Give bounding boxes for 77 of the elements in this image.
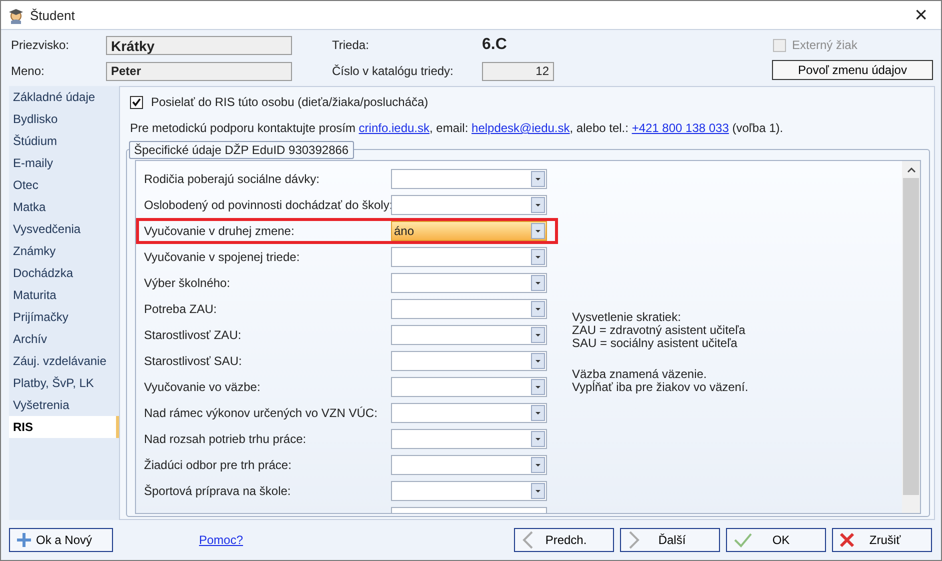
cross-icon: [839, 532, 855, 548]
name-field[interactable]: Peter: [106, 62, 292, 80]
checkbox-label: Posielať do RIS túto osobu (dieťa/žiaka/poslucháča): [151, 95, 428, 109]
link[interactable]: crinfo.iedu.sk: [358, 121, 430, 135]
dialog-button[interactable]: Predch.: [514, 528, 614, 552]
dropdown[interactable]: [391, 247, 547, 267]
field-label: Potreba ZAU:: [144, 302, 218, 316]
sidebar-item[interactable]: Vysvedčenia: [9, 218, 119, 240]
field-label: Nad rozsah potrieb trhu práce:: [144, 432, 308, 446]
chevron-left-icon: [521, 531, 535, 549]
field-label: Trieda:: [332, 38, 370, 52]
scrollbar[interactable]: [902, 161, 920, 513]
sidebar-item[interactable]: RIS: [9, 416, 119, 438]
sidebar-item[interactable]: Prijímačky: [9, 306, 119, 328]
field-label: Výber školného:: [144, 276, 232, 290]
sidebar-item[interactable]: Základné údaje: [9, 86, 119, 108]
dropdown[interactable]: [391, 325, 547, 345]
field-label: Nad rámec výkonov určených vo VZN VÚC:: [144, 406, 378, 420]
close-button[interactable]: ×: [901, 1, 941, 29]
dropdown[interactable]: [391, 169, 547, 189]
link[interactable]: +421 800 138 033: [632, 121, 729, 135]
checkbox-label: Externý žiak: [792, 38, 858, 52]
field-label: Vyučovanie v druhej zmene:: [144, 224, 296, 238]
scroll-up-icon[interactable]: [906, 167, 916, 173]
sidebar-item[interactable]: Známky: [9, 240, 119, 262]
field-label: Vyučovanie v spojenej triede:: [144, 250, 301, 264]
sidebar-item[interactable]: Záuj. vzdelávanie: [9, 350, 119, 372]
sidebar-item[interactable]: Maturita: [9, 284, 119, 306]
surname-field[interactable]: Krátky: [106, 36, 292, 54]
class-value: 6.C: [482, 36, 507, 54]
field-label: Športová príprava na škole:: [144, 484, 292, 498]
dropdown[interactable]: áno: [391, 221, 547, 241]
support-text: Pre metodickú podporu kontaktujte prosím crinfo.iedu.sk, email: helpdesk@iedu.sk, alebo tel.: +421 800 138 033 (voľba 1).: [130, 120, 784, 137]
dialog-button[interactable]: Zrušiť: [832, 528, 932, 552]
allow-edit-button[interactable]: Povoľ zmenu údajov: [772, 60, 933, 80]
checkmark-icon: [733, 532, 753, 548]
field-label: Oslobodený od povinnosti dochádzať do školy:: [144, 198, 391, 212]
checkbox[interactable]: [130, 96, 143, 108]
sidebar-item[interactable]: Platby, ŠvP, LK: [9, 372, 119, 394]
field-label: Starostlivosť SAU:: [144, 354, 243, 368]
dialog-button[interactable]: Ďalší: [620, 528, 720, 552]
note-text: Vysvetlenie skratiek: ZAU = zdravotný asistent učiteľa SAU = sociálny asistent učiteľa: [572, 311, 746, 350]
sidebar-item[interactable]: Bydlisko: [9, 108, 119, 130]
sidebar-item[interactable]: Archív: [9, 328, 119, 350]
sidebar-item[interactable]: E-maily: [9, 152, 119, 174]
window-title: Študent: [30, 8, 76, 22]
sidebar-item[interactable]: Matka: [9, 196, 119, 218]
field-label: Priezvisko:: [11, 38, 70, 52]
dropdown[interactable]: [391, 481, 547, 501]
group-title: Špecifické údaje DŽP EduID 930392866: [129, 141, 354, 159]
field-label: Číslo v katalógu triedy:: [332, 64, 454, 78]
sidebar-item[interactable]: Dochádzka: [9, 262, 119, 284]
ok-and-new-button[interactable]: Ok a Nový: [9, 528, 113, 552]
field-label: Starostlivosť ZAU:: [144, 328, 242, 342]
sidebar-item[interactable]: Otec: [9, 174, 119, 196]
dropdown[interactable]: [391, 351, 547, 371]
dropdown[interactable]: [391, 273, 547, 293]
dropdown[interactable]: [391, 403, 547, 423]
dropdown[interactable]: [391, 195, 547, 215]
dialog-button[interactable]: OK: [726, 528, 826, 552]
link[interactable]: helpdesk@iedu.sk: [472, 121, 570, 135]
dropdown[interactable]: [391, 455, 547, 475]
field-label: Rodičia poberajú sociálne dávky:: [144, 172, 320, 186]
note-text: Väzba znamená väzenie. Vypĺňať iba pre žiakov vo väzení.: [572, 368, 750, 394]
catalog-number-field[interactable]: 12: [482, 62, 554, 80]
plus-icon: [16, 532, 32, 548]
sidebar-item[interactable]: Vyšetrenia: [9, 394, 119, 416]
sidebar-item[interactable]: Štúdium: [9, 130, 119, 152]
field-label: Žiadúci odbor pre trh práce:: [144, 458, 292, 472]
dropdown[interactable]: [391, 429, 547, 449]
help-link[interactable]: Pomoc?: [199, 533, 244, 547]
chevron-right-icon: [627, 531, 641, 549]
dropdown[interactable]: [391, 377, 547, 397]
field-label: Vyučovanie vo väzbe:: [144, 380, 262, 394]
student-icon: [7, 6, 25, 24]
field-label: Meno:: [11, 64, 46, 78]
dropdown[interactable]: [391, 299, 547, 319]
